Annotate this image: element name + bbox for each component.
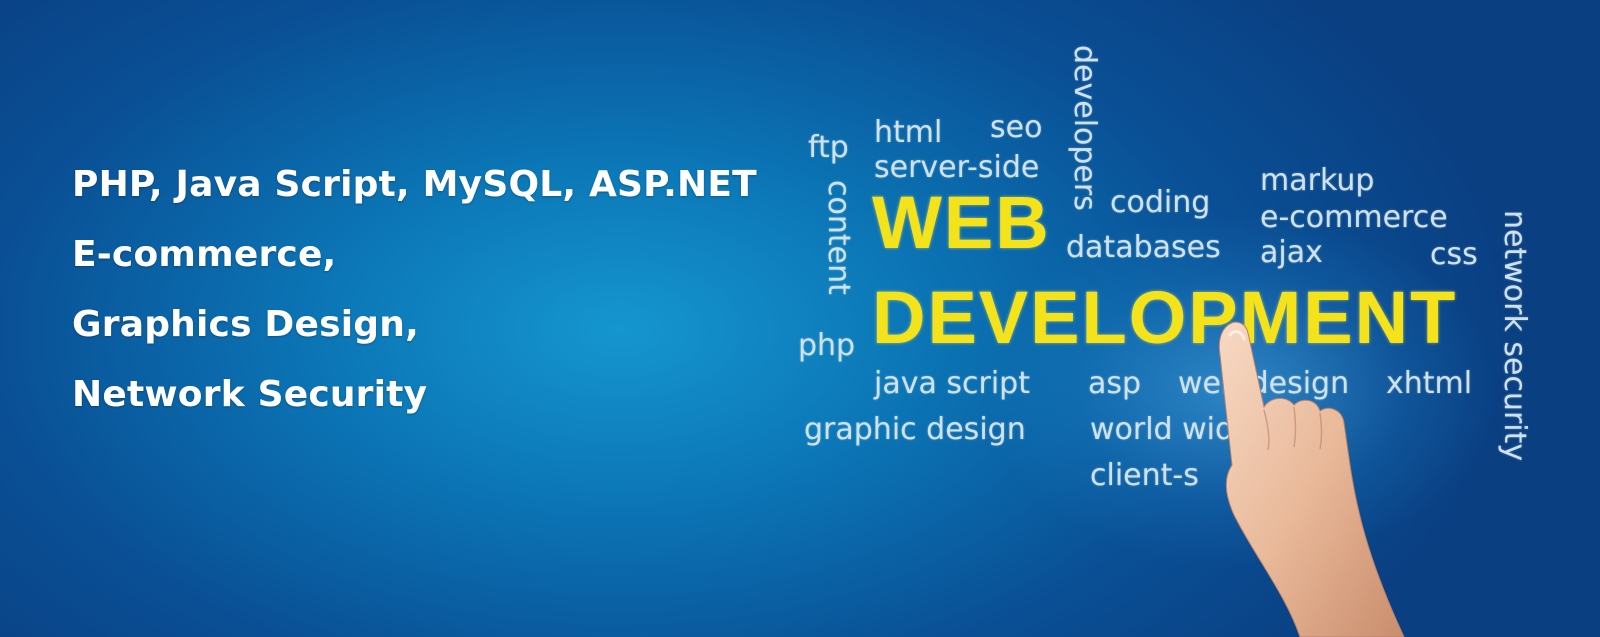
services-list: PHP, Java Script, MySQL, ASP.NET E-comme… <box>72 150 757 430</box>
cloud-word-ajax: ajax <box>1260 235 1323 270</box>
cloud-word-markup: markup <box>1260 163 1375 198</box>
service-item-network: Network Security <box>72 374 428 415</box>
cloud-word-php: php <box>798 328 856 363</box>
cloud-word-html: html <box>874 115 943 150</box>
service-item-graphics: Graphics Design, <box>72 304 419 345</box>
cloud-word-seo: seo <box>990 110 1043 145</box>
headline-web: WEB <box>872 181 1051 264</box>
cloud-word-ftp: ftp <box>808 130 849 165</box>
cloud-word-e-commerce: e-commerce <box>1260 200 1448 235</box>
cloud-word-java-script: java script <box>874 366 1030 401</box>
service-item-ecommerce: E-commerce, <box>72 234 337 275</box>
cloud-word-css: css <box>1430 237 1478 272</box>
cloud-word-databases: databases <box>1066 230 1221 265</box>
cloud-word-coding: coding <box>1110 185 1211 220</box>
service-item-technologies: PHP, Java Script, MySQL, ASP.NET <box>72 164 757 205</box>
pointing-hand-image <box>1218 321 1405 637</box>
cloud-word-developers: developers <box>1067 45 1102 211</box>
cloud-word-asp: asp <box>1088 366 1142 401</box>
word-cloud: ftp html seo server-side content develop… <box>790 40 1532 520</box>
cloud-word-network-security: network security <box>1497 210 1532 462</box>
hero-banner: PHP, Java Script, MySQL, ASP.NET E-comme… <box>0 0 1600 637</box>
cloud-word-content: content <box>821 180 856 295</box>
cloud-word-client-side: client-s <box>1090 458 1199 493</box>
cloud-word-graphic-design: graphic design <box>804 412 1026 447</box>
